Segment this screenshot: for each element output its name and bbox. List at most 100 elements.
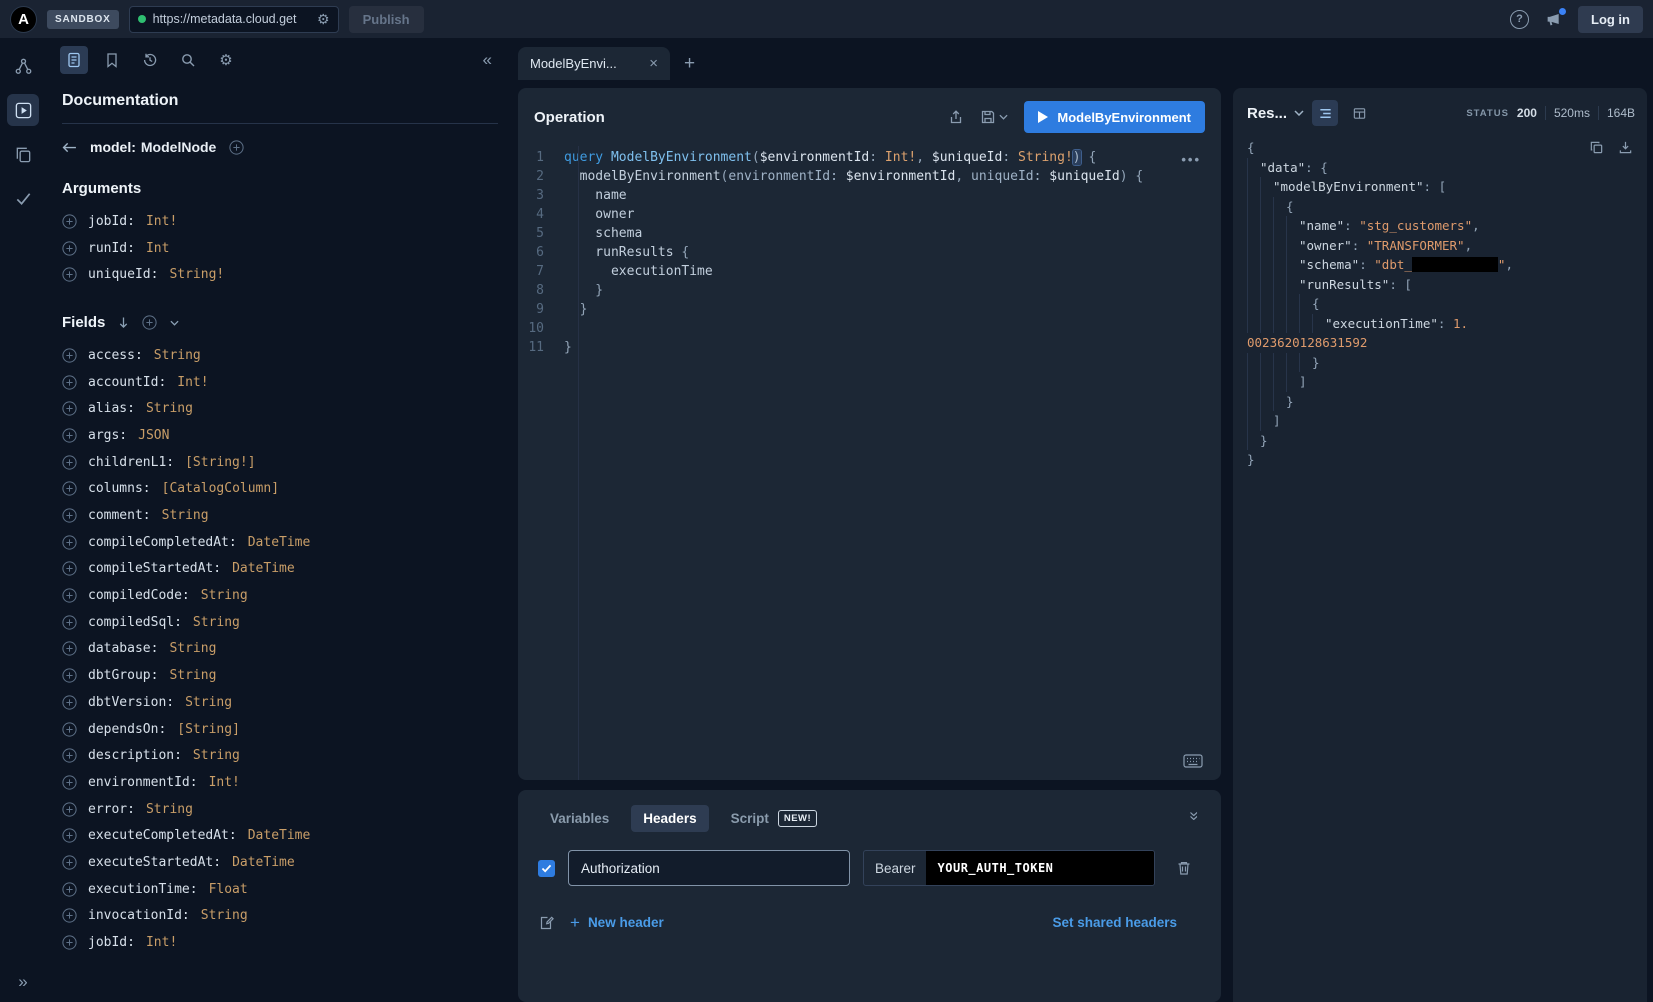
add-field-icon[interactable] (62, 508, 77, 523)
bookmark-icon[interactable] (98, 46, 126, 74)
apollo-logo[interactable]: A (10, 6, 37, 33)
endpoint-settings-icon[interactable]: ⚙ (317, 12, 330, 26)
doc-field-row[interactable]: executeStartedAt:DateTime (62, 849, 498, 876)
operation-tab[interactable]: ModelByEnvi... × (518, 47, 670, 80)
doc-field-row[interactable]: comment:String (62, 502, 498, 529)
collapse-io-panel-icon[interactable]: » (1184, 811, 1204, 820)
settings-icon[interactable]: ⚙ (212, 46, 240, 74)
add-type-icon[interactable] (229, 140, 244, 155)
tab-headers[interactable]: Headers (631, 805, 708, 832)
doc-field-row[interactable]: error:String (62, 796, 498, 823)
doc-field-row[interactable]: uniqueId:String! (62, 261, 498, 288)
add-field-icon[interactable] (62, 615, 77, 630)
doc-field-row[interactable]: access:String (62, 342, 498, 369)
publish-button[interactable]: Publish (349, 6, 424, 33)
doc-field-row[interactable]: columns:[CatalogColumn] (62, 476, 498, 503)
add-field-icon[interactable] (62, 588, 77, 603)
help-icon[interactable]: ? (1510, 10, 1529, 29)
tab-variables[interactable]: Variables (538, 805, 621, 832)
add-field-icon[interactable] (62, 561, 77, 576)
fields-options-chevron-icon[interactable] (170, 320, 179, 326)
formatted-view-icon[interactable] (1312, 100, 1338, 126)
sort-fields-icon[interactable] (118, 316, 129, 329)
add-field-icon[interactable] (62, 882, 77, 897)
add-field-icon[interactable] (62, 267, 77, 282)
doc-field-row[interactable]: environmentId:Int! (62, 769, 498, 796)
tab-script[interactable]: ScriptNEW! (719, 804, 830, 833)
history-icon[interactable] (136, 46, 164, 74)
doc-field-row[interactable]: childrenL1:[String!] (62, 449, 498, 476)
save-operation-icon[interactable] (980, 109, 1008, 125)
checks-icon[interactable] (7, 182, 39, 214)
environment-settings-icon[interactable] (538, 915, 554, 931)
query-editor[interactable]: 1query ModelByEnvironment($environmentId… (518, 146, 1221, 780)
announcements-icon[interactable] (1545, 11, 1562, 28)
explorer-icon[interactable] (7, 94, 39, 126)
add-field-icon[interactable] (62, 401, 77, 416)
run-operation-button[interactable]: ModelByEnvironment (1024, 101, 1205, 133)
add-field-icon[interactable] (62, 935, 77, 950)
download-response-icon[interactable] (1618, 140, 1633, 155)
login-button[interactable]: Log in (1578, 6, 1643, 33)
doc-field-row[interactable]: compiledSql:String (62, 609, 498, 636)
add-field-icon[interactable] (62, 535, 77, 550)
add-field-icon[interactable] (62, 908, 77, 923)
add-field-icon[interactable] (62, 802, 77, 817)
add-field-icon[interactable] (62, 348, 77, 363)
doc-field-row[interactable]: accountId:Int! (62, 369, 498, 396)
doc-field-row[interactable]: args:JSON (62, 422, 498, 449)
response-title-dropdown[interactable]: Res... (1247, 105, 1304, 122)
editor-menu-icon[interactable]: ••• (1181, 152, 1201, 167)
add-field-icon[interactable] (62, 828, 77, 843)
expand-rail-icon[interactable]: » (0, 972, 46, 992)
add-field-icon[interactable] (62, 775, 77, 790)
new-header-button[interactable]: + New header (570, 914, 664, 931)
operation-collections-icon[interactable] (7, 138, 39, 170)
share-operation-icon[interactable] (948, 109, 964, 125)
add-field-icon[interactable] (62, 722, 77, 737)
doc-field-row[interactable]: compileStartedAt:DateTime (62, 556, 498, 583)
add-field-icon[interactable] (62, 241, 77, 256)
doc-field-row[interactable]: database:String (62, 636, 498, 663)
add-field-icon[interactable] (62, 481, 77, 496)
header-enabled-checkbox[interactable] (538, 860, 555, 877)
add-field-icon[interactable] (62, 214, 77, 229)
doc-field-row[interactable]: dbtVersion:String (62, 689, 498, 716)
table-view-icon[interactable] (1346, 100, 1372, 126)
schema-icon[interactable] (7, 50, 39, 82)
close-tab-icon[interactable]: × (649, 56, 658, 71)
header-value-input[interactable]: Bearer YOUR_AUTH_TOKEN (863, 850, 1155, 886)
search-icon[interactable] (174, 46, 202, 74)
header-key-input[interactable]: Authorization (568, 850, 850, 886)
doc-field-row[interactable]: executeCompletedAt:DateTime (62, 822, 498, 849)
keyboard-shortcuts-icon[interactable] (1183, 754, 1203, 768)
doc-field-row[interactable]: compiledCode:String (62, 582, 498, 609)
collapse-docs-icon[interactable]: « (483, 50, 492, 70)
doc-field-row[interactable]: alias:String (62, 395, 498, 422)
back-icon[interactable] (62, 142, 77, 153)
auth-token-chip[interactable]: YOUR_AUTH_TOKEN (926, 851, 1154, 885)
add-field-icon[interactable] (62, 668, 77, 683)
new-tab-icon[interactable]: + (684, 54, 695, 73)
add-field-icon[interactable] (62, 455, 77, 470)
doc-field-row[interactable]: jobId:Int! (62, 929, 498, 956)
add-field-icon[interactable] (62, 428, 77, 443)
doc-field-row[interactable]: compileCompletedAt:DateTime (62, 529, 498, 556)
copy-response-icon[interactable] (1589, 140, 1604, 155)
doc-field-row[interactable]: description:String (62, 742, 498, 769)
add-all-fields-icon[interactable] (142, 315, 157, 330)
add-field-icon[interactable] (62, 375, 77, 390)
doc-field-row[interactable]: executionTime:Float (62, 876, 498, 903)
doc-field-row[interactable]: runId:Int (62, 235, 498, 262)
add-field-icon[interactable] (62, 641, 77, 656)
documentation-tab-icon[interactable] (60, 46, 88, 74)
set-shared-headers-link[interactable]: Set shared headers (1052, 915, 1177, 930)
endpoint-url-input[interactable]: https://metadata.cloud.get ⚙ (129, 6, 339, 33)
doc-field-row[interactable]: dependsOn:[String] (62, 716, 498, 743)
delete-header-icon[interactable] (1176, 860, 1192, 876)
doc-field-row[interactable]: jobId:Int! (62, 208, 498, 235)
doc-field-row[interactable]: invocationId:String (62, 903, 498, 930)
add-field-icon[interactable] (62, 748, 77, 763)
add-field-icon[interactable] (62, 855, 77, 870)
add-field-icon[interactable] (62, 695, 77, 710)
